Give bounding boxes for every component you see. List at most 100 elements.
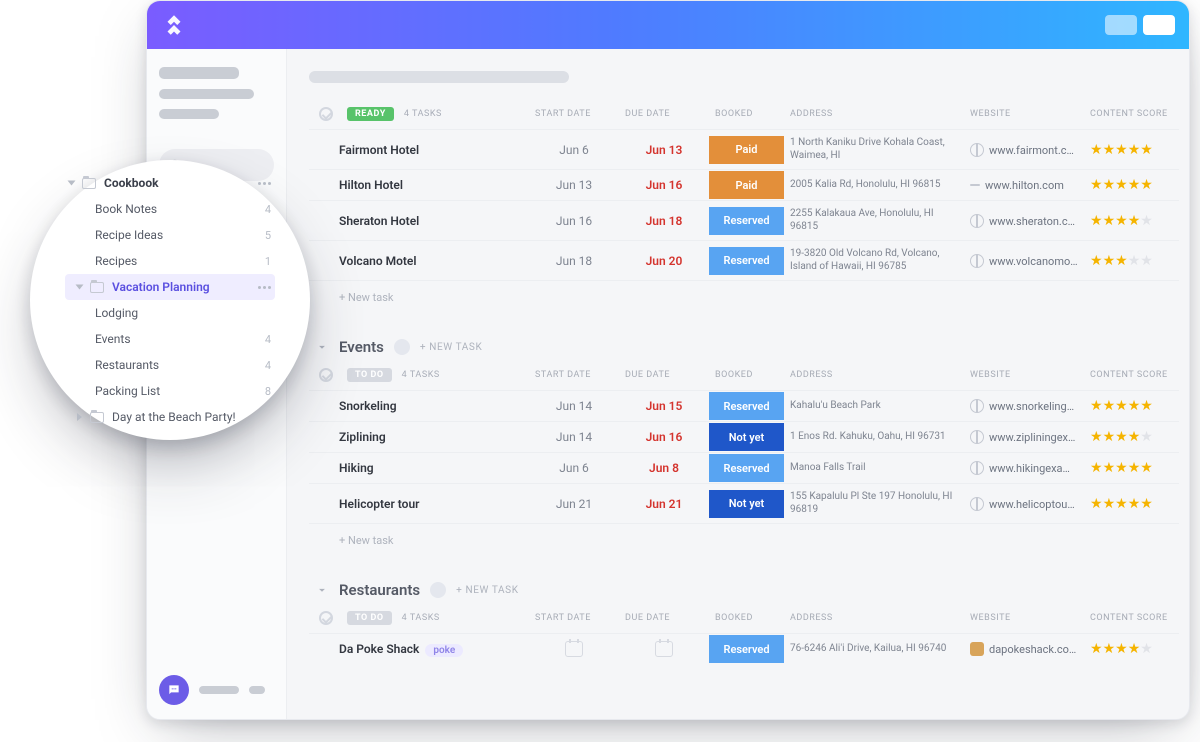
minimize-button[interactable] — [1105, 15, 1137, 35]
section-header[interactable]: Events + NEW TASK — [315, 338, 1167, 356]
task-row[interactable]: Hiking Jun 6 Jun 8 Reserved Manoa Falls … — [309, 453, 1179, 484]
list-label: Recipes — [95, 254, 137, 268]
list-item[interactable]: Events 4 — [65, 326, 275, 352]
globe-icon — [970, 214, 984, 228]
due-date-cell[interactable]: Jun 8 — [619, 453, 709, 484]
due-date-cell[interactable]: Jun 16 — [619, 422, 709, 453]
website-cell[interactable]: www.helicoptourexa — [964, 484, 1084, 524]
due-date-cell[interactable]: Jun 18 — [619, 201, 709, 241]
start-date-cell[interactable]: Jun 21 — [529, 484, 619, 524]
folder-day-at-beach[interactable]: Day at the Beach Party! — [65, 404, 275, 430]
start-date-cell[interactable] — [529, 634, 619, 665]
info-icon[interactable] — [394, 339, 410, 355]
list-item[interactable]: Lodging — [65, 300, 275, 326]
folder-cookbook[interactable]: Cookbook — [65, 170, 275, 196]
due-date-cell[interactable]: Jun 21 — [619, 484, 709, 524]
task-row[interactable]: Ziplining Jun 14 Jun 16 Not yet 1 Enos R… — [309, 422, 1179, 453]
due-date-cell[interactable]: Jun 16 — [619, 170, 709, 201]
window-controls — [1105, 15, 1175, 35]
star-icon: ★ — [1128, 429, 1140, 445]
calendar-icon[interactable] — [565, 641, 583, 657]
task-name: Volcano Motel — [309, 241, 529, 281]
new-task-row[interactable]: + New task — [309, 281, 1179, 309]
folder-vacation-planning[interactable]: Vacation Planning — [65, 274, 275, 300]
status-chip[interactable]: TO DO — [347, 611, 392, 625]
start-date-cell[interactable]: Jun 18 — [529, 241, 619, 281]
chat-icon — [167, 683, 181, 697]
booked-badge[interactable]: Reserved — [709, 635, 784, 663]
start-date-cell[interactable]: Jun 6 — [529, 453, 619, 484]
start-date-cell[interactable]: Jun 6 — [529, 130, 619, 170]
booked-badge[interactable]: Reserved — [709, 247, 784, 275]
star-icon: ★ — [1090, 213, 1102, 229]
list-item[interactable]: Packing List 8 — [65, 378, 275, 404]
booked-badge[interactable]: Not yet — [709, 490, 784, 518]
start-date-cell[interactable]: Jun 13 — [529, 170, 619, 201]
more-icon[interactable] — [258, 286, 271, 289]
list-item[interactable]: Recipes 1 — [65, 248, 275, 274]
list-item[interactable]: Restaurants 4 — [65, 352, 275, 378]
title-bar — [147, 1, 1189, 49]
list-label: Events — [95, 332, 131, 346]
website-cell[interactable]: www.fairmont.com — [964, 130, 1084, 170]
section-header[interactable]: Restaurants + NEW TASK — [315, 581, 1167, 599]
task-row[interactable]: Da Poke Shackpoke Reserved 76-6246 Ali'i… — [309, 634, 1179, 665]
address-cell: 2255 Kalakaua Ave, Honolulu, HI 96815 — [784, 201, 964, 241]
new-task-button[interactable]: + NEW TASK — [420, 342, 482, 353]
star-icon: ★ — [1140, 429, 1152, 445]
globe-icon — [970, 143, 984, 157]
globe-icon — [970, 399, 984, 413]
start-date-cell[interactable]: Jun 14 — [529, 391, 619, 422]
star-icon: ★ — [1090, 177, 1102, 193]
task-row[interactable]: Hilton Hotel Jun 13 Jun 16 Paid 2005 Kal… — [309, 170, 1179, 201]
due-date-cell[interactable]: Jun 13 — [619, 130, 709, 170]
booked-badge[interactable]: Reserved — [709, 454, 784, 482]
due-date-cell[interactable] — [619, 634, 709, 665]
maximize-button[interactable] — [1143, 15, 1175, 35]
main-content: READY 4 TASKS START DATEDUE DATEBOOKED A… — [287, 49, 1189, 719]
status-chip[interactable]: READY — [347, 107, 394, 121]
website-cell[interactable]: www.snorkelingexam — [964, 391, 1084, 422]
due-date-cell[interactable]: Jun 15 — [619, 391, 709, 422]
list-count: 1 — [265, 255, 271, 268]
website-cell[interactable]: www.hikingexample. — [964, 453, 1084, 484]
tag-chip[interactable]: poke — [425, 644, 463, 657]
star-icon: ★ — [1128, 641, 1140, 657]
list-label: Lodging — [95, 306, 138, 320]
new-task-row[interactable]: + New task — [309, 524, 1179, 552]
star-icon: ★ — [1103, 177, 1115, 193]
star-icon: ★ — [1103, 641, 1115, 657]
task-row[interactable]: Helicopter tour Jun 21 Jun 21 Not yet 15… — [309, 484, 1179, 524]
star-icon: ★ — [1115, 429, 1127, 445]
task-row[interactable]: Snorkeling Jun 14 Jun 15 Reserved Kahalu… — [309, 391, 1179, 422]
due-date-cell[interactable]: Jun 20 — [619, 241, 709, 281]
folder-label: Day at the Beach Party! — [112, 410, 236, 424]
list-item[interactable]: Book Notes 4 — [65, 196, 275, 222]
start-date-cell[interactable]: Jun 16 — [529, 201, 619, 241]
calendar-icon[interactable] — [655, 641, 673, 657]
task-row[interactable]: Fairmont Hotel Jun 6 Jun 13 Paid 1 North… — [309, 130, 1179, 170]
website-cell[interactable]: www.sheraton.com — [964, 201, 1084, 241]
star-icon: ★ — [1103, 398, 1115, 414]
list-count: 4 — [265, 333, 271, 346]
website-cell[interactable]: www.zipliningexamp — [964, 422, 1084, 453]
start-date-cell[interactable]: Jun 14 — [529, 422, 619, 453]
chat-button[interactable] — [159, 675, 189, 705]
booked-badge[interactable]: Paid — [709, 171, 784, 199]
task-row[interactable]: Sheraton Hotel Jun 16 Jun 18 Reserved 22… — [309, 201, 1179, 241]
status-chip[interactable]: TO DO — [347, 368, 392, 382]
task-row[interactable]: Volcano Motel Jun 18 Jun 20 Reserved 19-… — [309, 241, 1179, 281]
booked-badge[interactable]: Paid — [709, 136, 784, 164]
booked-badge[interactable]: Reserved — [709, 207, 784, 235]
website-cell[interactable]: www.volcanomotel12 — [964, 241, 1084, 281]
booked-badge[interactable]: Not yet — [709, 423, 784, 451]
new-task-button[interactable]: + NEW TASK — [456, 585, 518, 596]
info-icon[interactable] — [430, 582, 446, 598]
more-icon[interactable] — [258, 182, 271, 185]
breadcrumb-skeleton — [309, 71, 569, 83]
list-item[interactable]: Recipe Ideas 5 — [65, 222, 275, 248]
website-cell[interactable]: www.hilton.com — [964, 170, 1084, 201]
status-circle-icon — [319, 368, 333, 382]
website-cell[interactable]: dapokeshack.com — [964, 634, 1084, 665]
booked-badge[interactable]: Reserved — [709, 392, 784, 420]
